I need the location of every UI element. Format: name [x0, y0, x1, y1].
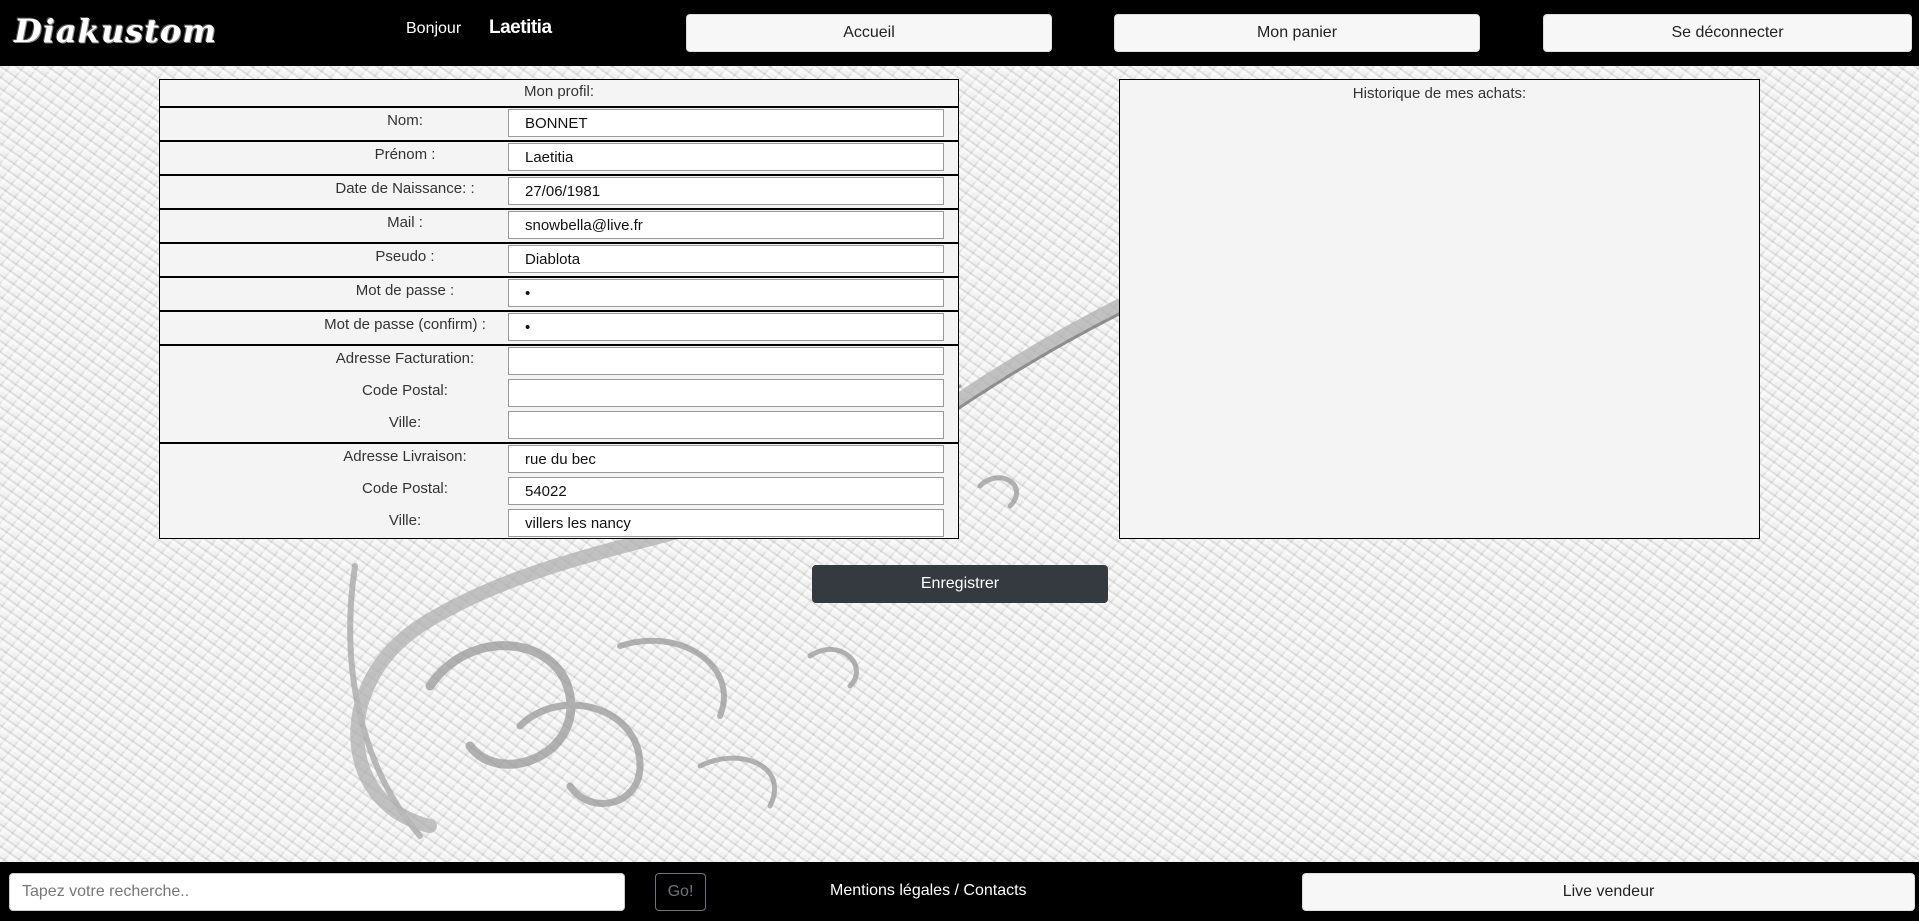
profile-row-mail: Mail :	[160, 208, 958, 242]
nom-input[interactable]	[508, 109, 944, 137]
delivery-postal-input[interactable]	[508, 477, 944, 505]
profile-row-password: Mot de passe :	[160, 276, 958, 310]
purchase-history-panel: Historique de mes achats:	[1119, 79, 1760, 539]
profile-row-password-confirm: Mot de passe (confirm) :	[160, 310, 958, 344]
search-input[interactable]	[9, 873, 625, 911]
billing-address-input[interactable]	[508, 347, 944, 375]
delivery-address-input[interactable]	[508, 445, 944, 473]
save-button[interactable]: Enregistrer	[812, 565, 1108, 603]
legal-contacts-link[interactable]: Mentions légales / Contacts	[830, 882, 1027, 900]
logout-button[interactable]: Se déconnecter	[1543, 14, 1912, 52]
home-button[interactable]: Accueil	[686, 14, 1052, 52]
live-seller-button[interactable]: Live vendeur	[1302, 873, 1915, 911]
profile-row-nom: Nom:	[160, 106, 958, 140]
billing-postal-input[interactable]	[508, 379, 944, 407]
billing-city-input[interactable]	[508, 411, 944, 439]
site-logo[interactable]: Diakustom	[14, 12, 217, 50]
history-title: Historique de mes achats:	[1352, 85, 1527, 102]
username-text: Laetitia	[489, 17, 552, 38]
profile-row-pseudo: Pseudo :	[160, 242, 958, 276]
password-input[interactable]	[508, 279, 944, 307]
profile-form: Mon profil: Nom: Prénom : Date de Naissa…	[159, 79, 959, 539]
birthdate-input[interactable]	[508, 177, 944, 205]
password-confirm-input[interactable]	[508, 313, 944, 341]
profile-row-prenom: Prénom :	[160, 140, 958, 174]
prenom-input[interactable]	[508, 143, 944, 171]
mail-input[interactable]	[508, 211, 944, 239]
profile-row-naissance: Date de Naissance: :	[160, 174, 958, 208]
delivery-city-input[interactable]	[508, 509, 944, 537]
profile-title: Mon profil:	[523, 83, 595, 100]
greeting-text: Bonjour	[406, 20, 462, 37]
delivery-address-group: Adresse Livraison: Code Postal: Ville:	[160, 442, 958, 538]
pseudo-input[interactable]	[508, 245, 944, 273]
top-header: Diakustom Bonjour Laetitia Accueil Mon p…	[0, 0, 1919, 66]
billing-address-group: Adresse Facturation: Code Postal: Ville:	[160, 344, 958, 442]
go-button[interactable]: Go!	[655, 873, 706, 911]
cart-button[interactable]: Mon panier	[1114, 14, 1480, 52]
bottom-footer: Go! Mentions légales / Contacts Live ven…	[0, 862, 1919, 921]
